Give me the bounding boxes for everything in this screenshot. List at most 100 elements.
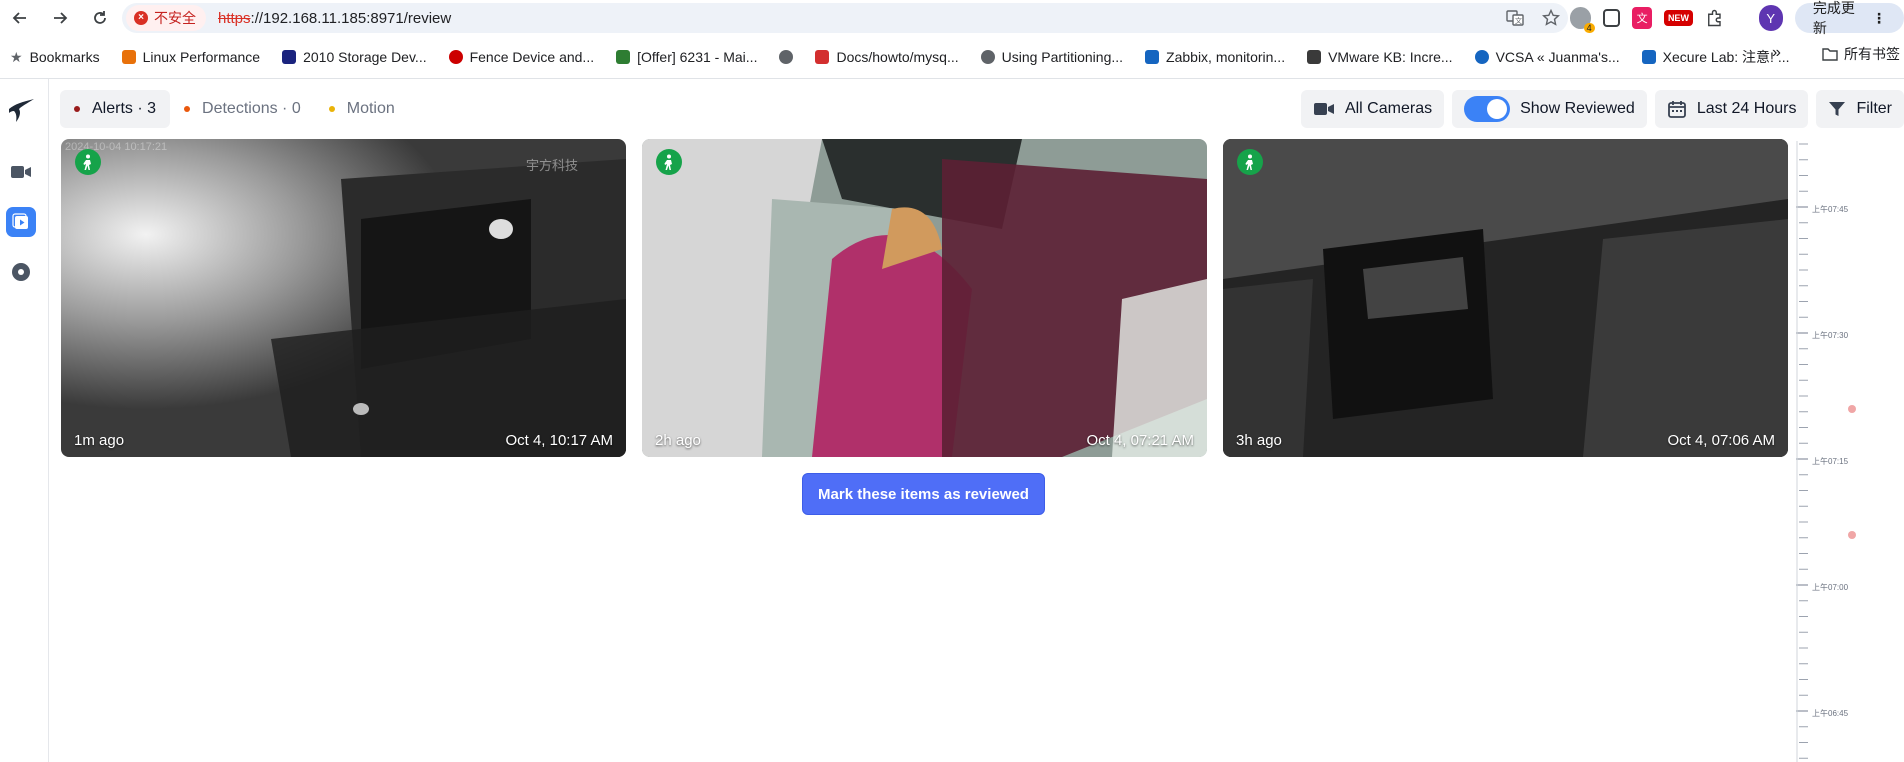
tab-detections-label: Detections · 0 xyxy=(202,100,301,117)
sidebar-item-settings[interactable] xyxy=(6,257,36,287)
bookmark-item[interactable]: Zabbix, monitorin... xyxy=(1145,49,1285,65)
camera-thumbnail xyxy=(1223,139,1788,457)
show-reviewed-label: Show Reviewed xyxy=(1520,100,1635,117)
bookmarks-overflow-icon[interactable]: » xyxy=(1772,44,1781,62)
review-card[interactable]: 3h ago Oct 4, 07:06 AM xyxy=(1223,139,1788,457)
timeline-label: 上午07:00 xyxy=(1812,583,1849,592)
app-sidebar xyxy=(0,79,49,762)
bookmark-item[interactable]: 2010 Storage Dev... xyxy=(282,49,427,65)
url-scheme: https xyxy=(218,9,251,27)
bookmark-label: Docs/howto/mysq... xyxy=(836,49,959,65)
extensions-puzzle-icon[interactable] xyxy=(1705,8,1724,28)
show-reviewed-toggle[interactable] xyxy=(1464,96,1511,122)
bookmark-item[interactable]: Linux Performance xyxy=(121,49,261,65)
z-icon xyxy=(815,50,830,64)
relative-time: 2h ago xyxy=(655,432,701,449)
show-reviewed-control[interactable]: Show Reviewed xyxy=(1452,90,1647,128)
bookmark-label: Bookmarks xyxy=(29,49,100,65)
filter-label: Filter xyxy=(1856,100,1892,117)
bookmark-item[interactable]: Using Partitioning... xyxy=(980,49,1123,65)
camera-brand-watermark: 宇方科技 xyxy=(525,158,578,173)
review-card[interactable]: 2h ago Oct 4, 07:21 AM xyxy=(642,139,1207,457)
bookmark-item[interactable]: Docs/howto/mysq... xyxy=(815,49,959,65)
globe-icon xyxy=(980,50,995,64)
timeline-label: 上午07:15 xyxy=(1812,457,1849,466)
alerts-dot-icon xyxy=(74,106,80,112)
qr-code-icon[interactable] xyxy=(1602,9,1620,27)
bookmark-label: Xecure Lab: 注意! ... xyxy=(1662,49,1790,65)
profile-avatar[interactable]: Y xyxy=(1758,5,1783,31)
filter-button[interactable]: Filter xyxy=(1816,90,1904,128)
forward-button[interactable] xyxy=(40,0,80,36)
timeline-event-marker[interactable] xyxy=(1848,405,1856,413)
review-timeline[interactable]: 上午07:45 上午07:30 上午07:15 上午07:00 上午06:45 xyxy=(1796,141,1904,762)
kebab-menu-icon: ⋮ xyxy=(1872,9,1886,26)
new-ext-icon[interactable]: NEW xyxy=(1664,10,1693,26)
translate-ext-icon[interactable]: 文 xyxy=(1631,7,1653,29)
star-bookmark-icon[interactable] xyxy=(1542,9,1560,27)
bookmark-item[interactable] xyxy=(779,50,794,64)
bookmark-item[interactable]: Xecure Lab: 注意! ... xyxy=(1641,47,1790,67)
absolute-time: Oct 4, 07:21 AM xyxy=(1086,432,1194,449)
bookmark-item[interactable]: [Offer] 6231 - Mai... xyxy=(616,49,757,65)
disc-icon xyxy=(12,263,30,281)
forward-arrow-icon xyxy=(54,12,68,24)
video-camera-icon xyxy=(1313,103,1334,115)
security-chip[interactable]: × 不安全 xyxy=(126,5,206,31)
extension-badge-icon[interactable]: 4 xyxy=(1570,7,1595,33)
svg-text:文: 文 xyxy=(1515,16,1522,25)
chrome-divider xyxy=(0,78,1904,79)
omnibox[interactable]: × 不安全 https://192.168.11.185:8971/review… xyxy=(122,3,1568,33)
bookmark-label: VCSA « Juanma's... xyxy=(1495,49,1620,65)
timeline-label: 上午07:45 xyxy=(1812,205,1849,214)
extension-count: 4 xyxy=(1583,23,1595,33)
relative-time: 1m ago xyxy=(74,432,125,449)
all-bookmarks-folder[interactable]: 所有书签 xyxy=(1822,44,1900,64)
timeline-label: 上午06:45 xyxy=(1812,709,1849,718)
absolute-time: Oct 4, 07:06 AM xyxy=(1667,432,1775,449)
bookmark-item-bookmarks[interactable]: ★ Bookmarks xyxy=(10,49,100,66)
reload-button[interactable] xyxy=(80,0,120,36)
frigate-logo-icon[interactable] xyxy=(6,95,36,125)
relative-time: 3h ago xyxy=(1236,432,1282,449)
person-icon xyxy=(656,149,682,175)
url-text[interactable]: https://192.168.11.185:8971/review xyxy=(218,10,451,27)
tab-motion[interactable]: Motion xyxy=(315,90,409,128)
redhat-icon xyxy=(448,50,463,64)
folder-label: 所有书签 xyxy=(1844,46,1900,62)
person-icon xyxy=(75,149,101,175)
toggle-knob xyxy=(1487,99,1508,119)
back-button[interactable] xyxy=(0,0,40,36)
tab-alerts[interactable]: Alerts · 3 xyxy=(60,90,171,128)
tab-detections[interactable]: Detections · 0 xyxy=(170,90,315,128)
vm-icon xyxy=(1307,50,1322,64)
translate-icon[interactable]: 文 xyxy=(1506,9,1524,27)
s-icon xyxy=(1145,50,1160,64)
shield-icon xyxy=(1641,50,1656,64)
insecure-label: 不安全 xyxy=(154,10,196,26)
funnel-icon xyxy=(1829,102,1846,116)
bookmark-label: Linux Performance xyxy=(142,49,261,65)
all-cameras-button[interactable]: All Cameras xyxy=(1300,90,1445,128)
motion-dot-icon xyxy=(328,106,335,112)
mark-reviewed-button[interactable]: Mark these items as reviewed xyxy=(802,473,1045,515)
bookmark-label: [Offer] 6231 - Mai... xyxy=(637,49,758,65)
bookmark-item[interactable]: VMware KB: Incre... xyxy=(1307,49,1453,65)
camera-thumbnail xyxy=(61,139,626,457)
update-button[interactable]: 完成更新 ⋮ xyxy=(1794,0,1904,36)
review-card[interactable]: 2024-10-04 10:17:21 宇方科技 1m ago Oct 4, 1… xyxy=(61,139,626,457)
timeline-event-marker[interactable] xyxy=(1848,531,1856,539)
bookmark-label: 2010 Storage Dev... xyxy=(303,49,427,65)
date-range-button[interactable]: Last 24 Hours xyxy=(1654,90,1809,128)
bookmark-item[interactable]: VCSA « Juanma's... xyxy=(1474,49,1620,65)
calendar-icon xyxy=(1667,101,1686,118)
storage-icon xyxy=(282,50,297,64)
video-camera-icon xyxy=(11,166,31,178)
bookmark-item[interactable]: Fence Device and... xyxy=(448,49,594,65)
update-label: 完成更新 xyxy=(1812,0,1855,36)
sidebar-item-review[interactable] xyxy=(6,207,36,237)
folder-icon xyxy=(1822,48,1838,61)
review-grid: 2024-10-04 10:17:21 宇方科技 1m ago Oct 4, 1… xyxy=(61,139,1788,457)
date-range-label: Last 24 Hours xyxy=(1696,100,1797,117)
sidebar-item-live[interactable] xyxy=(6,157,36,187)
